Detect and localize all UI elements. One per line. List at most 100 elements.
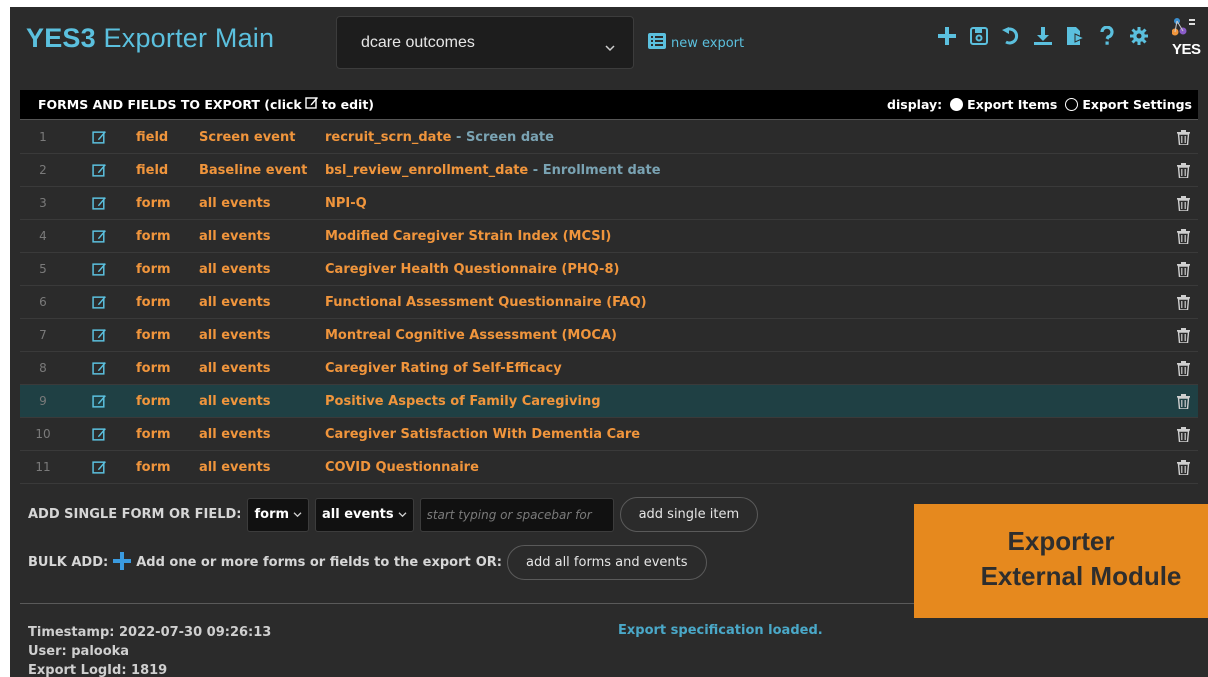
row-item-id: Caregiver Rating of Self-Efficacy <box>325 360 562 376</box>
trash-icon[interactable] <box>1177 361 1190 380</box>
help-icon[interactable] <box>1096 25 1118 47</box>
edit-icon[interactable] <box>92 229 136 244</box>
radio-unselected-icon <box>1065 98 1079 111</box>
table-row[interactable]: 9 form all events Positive Aspects of Famil… <box>20 385 1198 418</box>
row-item-name: Caregiver Satisfaction With Dementia Car… <box>325 427 640 442</box>
table-row[interactable]: 5 form all events Caregiver Health Question… <box>20 253 1198 286</box>
gear-icon[interactable] <box>1128 25 1150 47</box>
row-number: 2 <box>39 163 47 177</box>
trash-icon[interactable] <box>1177 196 1190 215</box>
trash-icon[interactable] <box>1177 130 1190 149</box>
row-event: all events <box>199 393 271 409</box>
row-type: form <box>136 426 171 442</box>
add-all-forms-button[interactable]: add all forms and events <box>507 545 707 580</box>
table-row[interactable]: 11 form all events COVID Questionnaire <box>20 451 1198 484</box>
edit-icon[interactable] <box>92 262 136 277</box>
trash-icon[interactable] <box>1177 394 1190 413</box>
trash-icon[interactable] <box>1177 229 1190 248</box>
row-item-name: bsl_review_enrollment_date - Enrollment … <box>325 163 661 178</box>
row-item-label: - Enrollment date <box>528 162 661 178</box>
table-row[interactable]: 10 form all events Caregiver Satisfaction W… <box>20 418 1198 451</box>
table-header: FORMS AND FIELDS TO EXPORT (click to edi… <box>20 90 1198 120</box>
display-export-items-radio[interactable]: Export Items <box>950 97 1057 112</box>
display-label: display: <box>887 97 943 112</box>
table-row[interactable]: 3 form all events NPI-Q <box>20 187 1198 220</box>
new-export-button[interactable]: new export <box>648 33 744 53</box>
table-row[interactable]: 6 form all events Functional Assessment Que… <box>20 286 1198 319</box>
page-title: YES3 Exporter Main <box>26 23 274 54</box>
add-single-item-button[interactable]: add single item <box>619 497 759 532</box>
trash-icon[interactable] <box>1177 163 1190 182</box>
edit-icon[interactable] <box>92 196 136 211</box>
row-number: 7 <box>39 328 47 342</box>
row-number: 10 <box>35 427 51 441</box>
edit-icon[interactable] <box>92 295 136 310</box>
title-text: Exporter Main <box>95 23 275 53</box>
row-event: all events <box>199 228 271 244</box>
undo-icon[interactable] <box>1000 25 1022 47</box>
trash-icon[interactable] <box>1177 460 1190 479</box>
trash-icon[interactable] <box>1177 328 1190 347</box>
edit-icon[interactable] <box>92 328 136 343</box>
export-file-icon[interactable] <box>1064 25 1086 47</box>
table-row[interactable]: 8 form all events Caregiver Rating of Self-… <box>20 352 1198 385</box>
export-selector-value: dcare outcomes <box>361 34 475 51</box>
row-item-name: NPI-Q <box>325 196 367 211</box>
row-item-name: Caregiver Health Questionnaire (PHQ-8) <box>325 262 619 277</box>
table-row[interactable]: 2 field Baseline event bsl_review_enrollmen… <box>20 154 1198 187</box>
trash-icon[interactable] <box>1177 427 1190 446</box>
row-item-id: Modified Caregiver Strain Index (MCSI) <box>325 228 612 244</box>
trash-icon[interactable] <box>1177 295 1190 314</box>
row-type: form <box>136 393 171 409</box>
status-message: Export specification loaded. <box>618 623 823 638</box>
edit-icon[interactable] <box>92 427 136 442</box>
table-heading-tail: to edit) <box>321 97 375 112</box>
bulk-add-row: BULK ADD: Add one or more forms or field… <box>28 545 707 580</box>
row-item-id: Montreal Cognitive Assessment (MOCA) <box>325 327 617 343</box>
edit-icon[interactable] <box>92 163 136 178</box>
row-item-id: NPI-Q <box>325 195 367 211</box>
bulk-add-plus-icon[interactable] <box>113 551 132 574</box>
table-row[interactable]: 4 form all events Modified Caregiver Strain… <box>20 220 1198 253</box>
badge-line-1: Exporter <box>1007 526 1115 556</box>
row-type: field <box>136 129 169 145</box>
row-number: 4 <box>39 229 47 243</box>
edit-icon[interactable] <box>92 394 136 409</box>
item-type-select[interactable]: form <box>247 497 310 532</box>
row-type: form <box>136 327 171 343</box>
exporter-main-window: YES3 Exporter Main dcare outcomes new ex… <box>10 7 1208 677</box>
row-event: all events <box>199 327 271 343</box>
export-selector[interactable]: dcare outcomes <box>336 16 634 69</box>
row-number: 6 <box>39 295 47 309</box>
display-export-settings-radio[interactable]: Export Settings <box>1065 97 1192 112</box>
chevron-down-icon <box>293 512 302 518</box>
row-number: 11 <box>35 460 51 474</box>
row-event: all events <box>199 459 271 475</box>
item-search-input[interactable] <box>419 497 614 532</box>
logo-text: YES <box>1172 41 1201 58</box>
toolbar <box>936 25 1150 47</box>
bulk-add-label: BULK ADD: <box>28 555 109 570</box>
trash-icon[interactable] <box>1177 262 1190 281</box>
table-heading: FORMS AND FIELDS TO EXPORT (click <box>38 97 302 112</box>
row-number: 8 <box>39 361 47 375</box>
table-row[interactable]: 7 form all events Montreal Cognitive Assess… <box>20 319 1198 352</box>
edit-icon[interactable] <box>92 130 136 145</box>
event-select[interactable]: all events <box>315 497 414 532</box>
row-item-name: Functional Assessment Questionnaire (FAQ… <box>325 295 647 310</box>
row-event: all events <box>199 360 271 376</box>
row-number: 3 <box>39 196 47 210</box>
row-type: form <box>136 261 171 277</box>
item-type-value: form <box>254 507 290 522</box>
save-icon[interactable] <box>968 25 990 47</box>
edit-icon[interactable] <box>92 460 136 475</box>
export-items-table: 1 field Screen event recruit_scrn_date - Sc… <box>20 121 1198 484</box>
module-badge: Exporter External Module <box>914 504 1208 618</box>
edit-icon[interactable] <box>92 361 136 376</box>
table-row[interactable]: 1 field Screen event recruit_scrn_date - Sc… <box>20 121 1198 154</box>
download-icon[interactable] <box>1032 25 1054 47</box>
bulk-add-text[interactable]: Add one or more forms or fields to the e… <box>136 555 471 570</box>
row-item-name: Positive Aspects of Family Caregiving <box>325 394 601 409</box>
row-type: field <box>136 162 169 178</box>
plus-icon[interactable] <box>936 25 958 47</box>
